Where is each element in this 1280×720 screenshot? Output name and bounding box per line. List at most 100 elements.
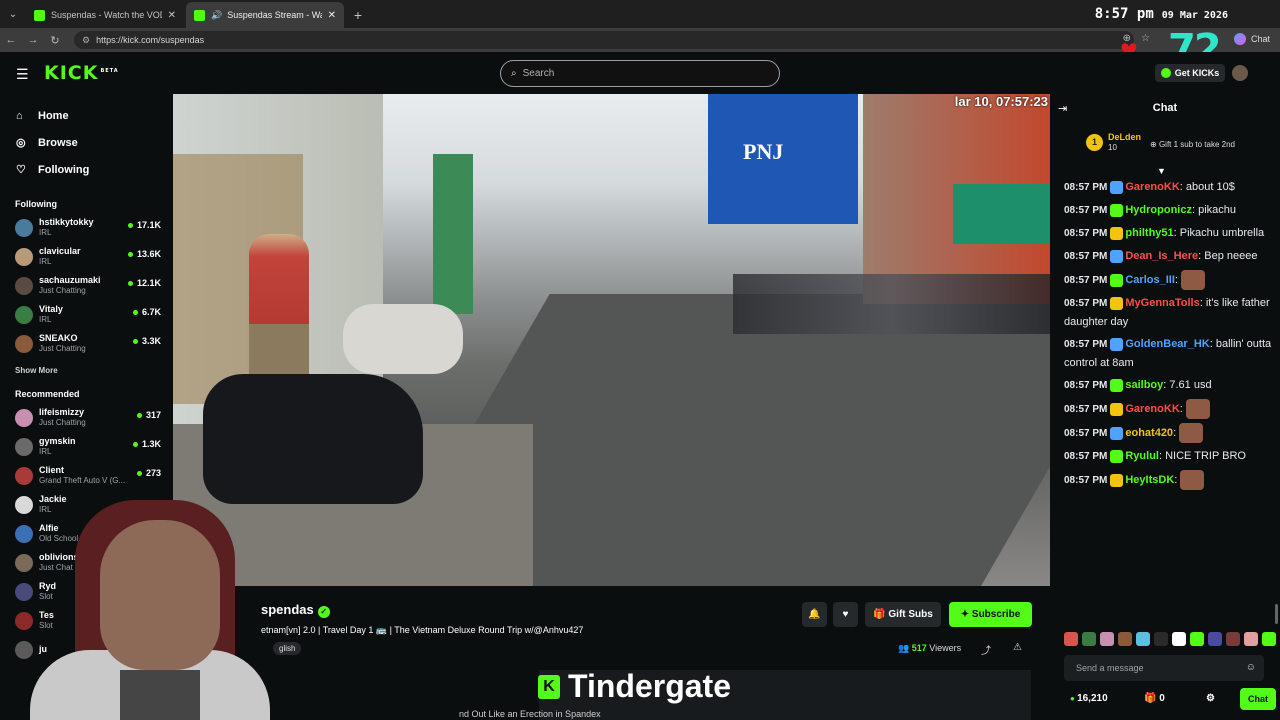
channel-item[interactable]: Vitaly IRL 6.7K [0,300,173,329]
message-username[interactable]: Ryulul [1125,450,1159,462]
new-tab-button[interactable]: + [346,2,370,28]
chat-input-placeholder: Send a message [1076,663,1144,673]
channel-item[interactable]: SNEAKO Just Chatting 3.3K [0,329,173,358]
channel-avatar [15,276,33,295]
chat-send-button[interactable]: Chat [1240,688,1276,710]
message-username[interactable]: sailboy [1125,379,1163,391]
emoji-icon[interactable]: ☺ [1246,662,1256,673]
nav-home[interactable]: ⌂ Home [0,102,173,129]
channel-category: Grand Theft Auto V (G... [39,476,126,485]
message-username[interactable]: GarenoKK [1125,403,1179,415]
expand-pinned-icon[interactable]: ▼ [1157,166,1166,176]
user-avatar[interactable] [1232,65,1248,81]
share-icon[interactable]: ⤴ [981,642,991,657]
follow-button[interactable]: ♥ [833,602,858,627]
channel-item[interactable]: sachauzumaki Just Chatting 12.1K [0,271,173,300]
emote-icon[interactable] [1118,632,1132,646]
pinned-gifter[interactable]: 1 DeLden 10 [1086,132,1141,153]
message-username[interactable]: Dean_Is_Here [1125,250,1198,262]
subscribe-button[interactable]: ✦ Subscribe [949,602,1032,627]
message-username[interactable]: eohat420 [1125,427,1173,439]
chat-message: 08:57 PM sailboy: 7.61 usd [1064,376,1276,395]
user-badge-icon [1110,226,1124,240]
emote-icon[interactable] [1262,632,1276,646]
show-more-link[interactable]: Show More [0,366,173,375]
search-input[interactable]: ⌕ Search [500,60,780,87]
back-icon[interactable]: ← [0,34,22,46]
user-badge-icon [1110,273,1124,287]
message-username[interactable]: MyGennaTolls [1125,297,1199,309]
message-username[interactable]: Carlos_III [1125,274,1175,286]
emote-icon[interactable] [1064,632,1078,646]
chat-settings-icon[interactable]: ⚙ [1206,693,1215,704]
chat-panel: ⇥ Chat 1 DeLden 10 ⊕ Gift 1 sub to take … [1050,94,1280,720]
emote-icon[interactable] [1082,632,1096,646]
nav-browse[interactable]: ◎ Browse [0,129,173,156]
forward-icon[interactable]: → [22,34,44,46]
close-tab-icon[interactable]: ✕ [168,10,176,21]
channel-item[interactable]: hstikkytokky IRL 17.1K [0,213,173,242]
tab-search-icon[interactable]: ⌄ [0,0,26,28]
close-tab-icon[interactable]: ✕ [328,10,336,21]
browser-tab[interactable]: Suspendas - Watch the VOD on Kick ✕ [26,2,184,28]
reload-icon[interactable]: ↻ [44,34,66,47]
video-player[interactable]: PNJ lar 10, 07:57:23 [173,94,1050,586]
nav-following[interactable]: ♡ Following [0,156,173,183]
user-badge-icon [1110,337,1124,351]
emote-icon[interactable] [1172,632,1186,646]
report-icon[interactable]: ⚠ [1013,642,1022,653]
kicks-coin-icon [1160,68,1171,78]
chat-scrollbar[interactable] [1275,604,1278,624]
emote-icon[interactable] [1190,632,1204,646]
message-username[interactable]: GoldenBear_HK [1125,338,1209,350]
logo-text: KICK [44,62,99,84]
emote-icon[interactable] [1208,632,1222,646]
channel-item[interactable]: Client Grand Theft Auto V (G... 273 [0,461,173,490]
message-username[interactable]: GarenoKK [1125,181,1179,193]
message-username[interactable]: Hydroponicz [1125,204,1192,216]
message-time: 08:57 PM [1064,339,1108,350]
user-badge-icon [1110,203,1124,217]
notification-button[interactable]: 🔔 [802,602,827,627]
channel-category: Just Chatting [39,344,86,353]
message-username[interactable]: philthy51 [1125,227,1173,239]
home-icon: ⌂ [16,109,23,122]
emote-icon[interactable] [1226,632,1240,646]
address-bar: ← → ↻ ⚙ https://kick.com/suspendas ⊕☆ Ch… [0,28,1280,52]
channel-item[interactable]: lifeismizzy Just Chatting 317 [0,403,173,432]
browser-tab-active[interactable]: 🔊 Suspendas Stream - Watch Live on Kick … [186,2,344,28]
beta-badge: BETA [100,67,119,74]
channel-viewers: 6.7K [133,307,161,317]
channel-item[interactable]: gymskin IRL 1.3K [0,432,173,461]
gift-subs-button[interactable]: 🎁 Gift Subs [865,602,941,627]
message-time: 08:57 PM [1064,205,1108,216]
chat-message: 08:57 PM GarenoKK: [1064,399,1276,419]
message-username[interactable]: HeyItsDK [1125,474,1174,486]
message-time: 08:57 PM [1064,251,1108,262]
menu-icon[interactable]: ☰ [16,66,29,83]
emote-icon[interactable] [1244,632,1258,646]
speaker-icon[interactable]: 🔊 [211,10,222,21]
overlay-clock: 8:57 pm 09 Mar 2026 [1095,6,1228,22]
chat-message: 08:57 PM Ryulul: NICE TRIP BRO [1064,447,1276,466]
copilot-icon [1233,33,1246,45]
url-field[interactable]: ⚙ https://kick.com/suspendas [74,31,1134,49]
kick-logo[interactable]: KICK BETA [44,62,119,84]
gift-prompt[interactable]: ⊕ Gift 1 sub to take 2nd [1150,140,1235,149]
emote-icon[interactable] [1136,632,1150,646]
get-kicks-button[interactable]: Get KICKs [1155,64,1225,82]
streamer-name[interactable]: spendas ✓ [261,602,330,618]
browser-chat-button[interactable]: Chat [1233,33,1270,45]
channel-item[interactable]: clavicular IRL 13.6K [0,242,173,271]
overlay-time: 8:57 pm [1094,6,1154,22]
emote-icon[interactable] [1154,632,1168,646]
site-info-icon[interactable]: ⚙ [82,35,90,46]
emote-icon[interactable] [1100,632,1114,646]
user-badge-icon [1110,473,1124,487]
chat-message-input[interactable]: Send a message ☺ [1064,655,1264,681]
language-tag[interactable]: glish [273,642,302,655]
video-timestamp: lar 10, 07:57:23 [954,94,1048,109]
channel-name: sachauzumaki [39,275,101,285]
chat-message: 08:57 PM GoldenBear_HK: ballin' outta con… [1064,335,1276,372]
gift-count[interactable]: 🎁 0 [1144,693,1165,704]
